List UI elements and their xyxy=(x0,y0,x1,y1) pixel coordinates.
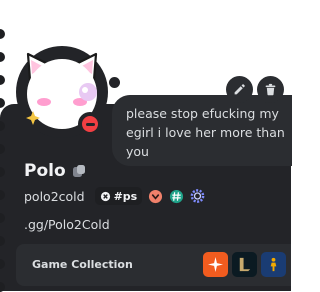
game-icon-counter-strike[interactable] xyxy=(261,252,286,277)
dnd-status-indicator xyxy=(78,112,102,136)
guild-tag-label: #ps xyxy=(113,189,138,203)
heart-badge-icon[interactable] xyxy=(148,189,163,204)
nickname-icon[interactable] xyxy=(72,164,86,178)
display-name-row: Polo xyxy=(24,161,86,181)
custom-status-text: please stop efucking my egirl i love her… xyxy=(126,106,285,159)
game-icon-orange[interactable] xyxy=(203,252,228,277)
display-name: Polo xyxy=(24,161,66,181)
game-collection-title: Game Collection xyxy=(32,258,133,271)
edit-status-button[interactable] xyxy=(226,76,253,103)
delete-status-button[interactable] xyxy=(257,76,284,103)
gear-badge-icon[interactable] xyxy=(190,189,205,204)
pencil-icon xyxy=(234,84,245,95)
hashtag-badge-icon[interactable] xyxy=(169,189,184,204)
status-actions xyxy=(226,76,284,103)
game-collection-panel[interactable]: Game Collection xyxy=(16,244,291,286)
username[interactable]: polo2cold xyxy=(24,189,85,204)
game-collection-icons xyxy=(203,252,286,277)
left-edge-dots xyxy=(0,0,7,292)
custom-status-bubble[interactable]: please stop efucking my egirl i love her… xyxy=(112,95,292,166)
username-row: polo2cold #ps xyxy=(24,186,205,206)
avatar-decoration-dot xyxy=(109,77,120,88)
bio-text[interactable]: .gg/Polo2Cold xyxy=(24,217,110,232)
game-icon-league[interactable] xyxy=(232,252,257,277)
trash-icon xyxy=(265,83,276,96)
guild-tag-pill[interactable]: #ps xyxy=(94,187,143,205)
guild-tag-icon xyxy=(100,191,110,201)
